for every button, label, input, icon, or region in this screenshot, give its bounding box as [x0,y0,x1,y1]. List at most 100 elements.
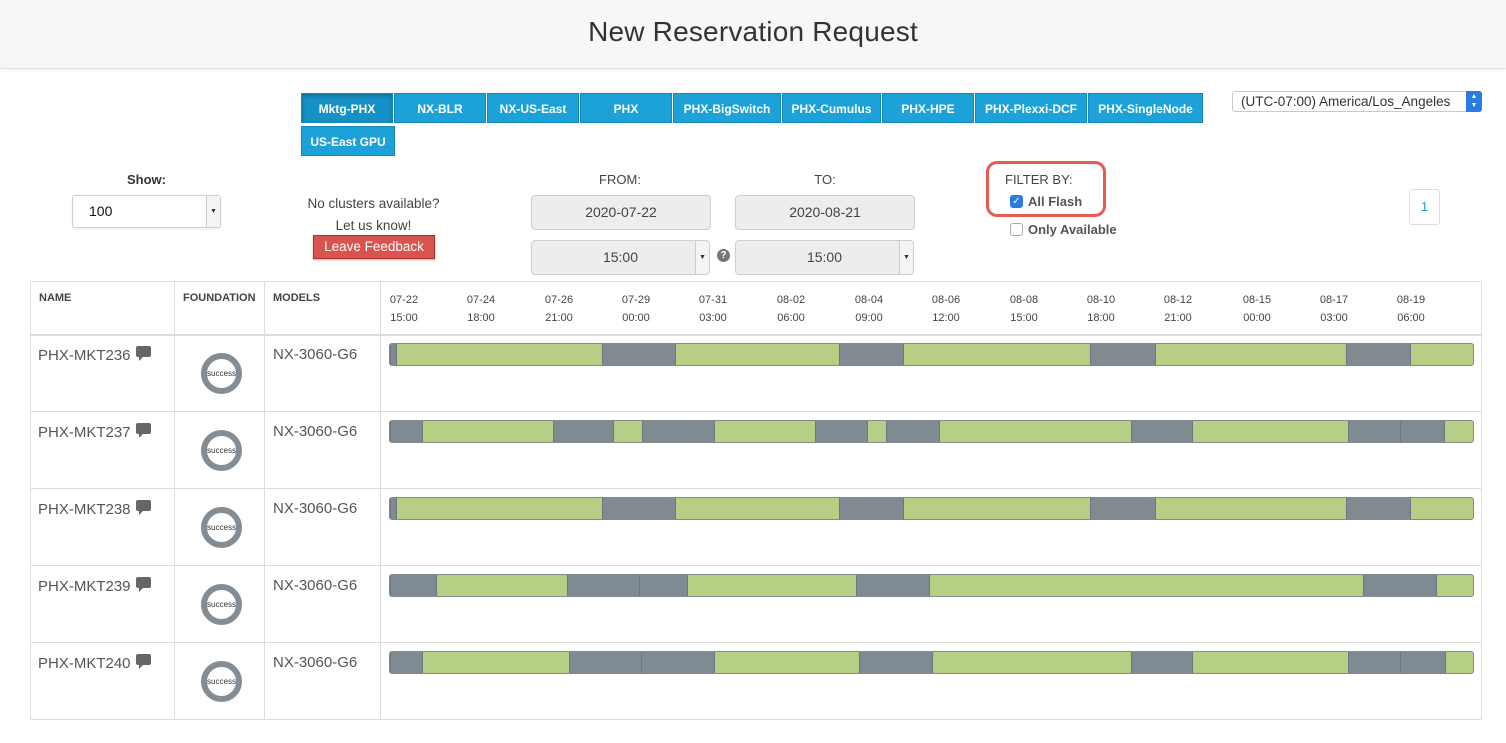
tick-time: 03:00 [699,312,727,324]
reserved-segment[interactable] [1348,652,1401,673]
cluster-name-text: PHX-MKT238 [38,501,131,518]
only-available-checkbox[interactable] [1010,223,1023,236]
tick-date: 07-22 [389,294,419,306]
column-header-name: NAME [39,292,72,304]
reservation-timeline-bar[interactable] [389,651,1474,674]
reserved-segment[interactable] [390,421,423,442]
show-count-select[interactable]: 100 ▼ [72,195,221,228]
timeline-tick: 08-17 03:00 [1314,291,1354,327]
from-date-input[interactable]: 2020-07-22 [531,195,711,230]
tick-date: 08-04 [854,294,884,306]
reserved-segment[interactable] [1090,498,1156,519]
reservation-timeline-bar[interactable] [389,497,1474,520]
tab-nx-blr[interactable]: NX-BLR [394,93,486,123]
tab-phx-singlenode[interactable]: PHX-SingleNode [1088,93,1203,123]
timezone-select[interactable]: (UTC-07:00) America/Los_Angeles ▲ ▼ [1232,91,1482,112]
cluster-model: NX-3060-G6 [273,423,358,440]
cluster-model: NX-3060-G6 [273,500,358,517]
reserved-segment[interactable] [602,344,676,365]
reserved-segment[interactable] [642,421,715,442]
tab-phx-plexxi-dcf[interactable]: PHX-Plexxi-DCF [975,93,1087,123]
cluster-name[interactable]: PHX-MKT239 [38,577,151,595]
reserved-segment[interactable] [1090,344,1156,365]
tick-time: 12:00 [932,312,960,324]
page-title: New Reservation Request [588,16,918,47]
comment-icon[interactable] [135,346,151,361]
reserved-segment[interactable] [553,421,614,442]
reserved-segment[interactable] [1346,344,1411,365]
all-flash-checkbox[interactable]: ✓ [1010,195,1023,208]
reserved-segment[interactable] [390,498,397,519]
timezone-value: (UTC-07:00) America/Los_Angeles [1241,94,1451,109]
tab-phx[interactable]: PHX [580,93,672,123]
pagination-page[interactable]: 1 [1409,189,1440,225]
no-clusters-line: No clusters available? [307,196,440,211]
reserved-segment[interactable] [1400,652,1446,673]
help-icon[interactable]: ? [717,249,730,262]
timeline-tick: 08-04 09:00 [849,291,889,327]
reserved-segment[interactable] [886,421,940,442]
reserved-segment[interactable] [602,498,676,519]
show-count-value: 100 [89,203,113,219]
comment-icon[interactable] [135,500,151,515]
reserved-segment[interactable] [390,575,437,596]
foundation-status-badge: success [201,584,242,625]
leave-feedback-button[interactable]: Leave Feedback [313,235,435,259]
reserved-segment[interactable] [567,575,640,596]
reserved-segment[interactable] [815,421,868,442]
tick-date: 07-26 [544,294,574,306]
reserved-segment[interactable] [1346,498,1411,519]
tab-phx-hpe[interactable]: PHX-HPE [882,93,974,123]
tab-us-east-gpu[interactable]: US-East GPU [301,126,395,156]
reservation-timeline-bar[interactable] [389,574,1474,597]
reserved-segment[interactable] [1131,421,1193,442]
reservation-timeline-bar[interactable] [389,420,1474,443]
cluster-name[interactable]: PHX-MKT238 [38,500,151,518]
reserved-segment[interactable] [390,652,423,673]
header-divider [31,334,1481,336]
cluster-name[interactable]: PHX-MKT237 [38,423,151,441]
reserved-segment[interactable] [856,575,930,596]
column-divider [380,282,381,719]
let-us-know-line: Let us know! [335,218,412,233]
tab-mktg-phx[interactable]: Mktg-PHX [301,93,393,123]
reserved-segment[interactable] [569,652,642,673]
reserved-segment[interactable] [839,498,904,519]
reserved-segment[interactable] [1363,575,1437,596]
cluster-name-text: PHX-MKT236 [38,347,131,364]
reserved-segment[interactable] [1400,421,1445,442]
dropdown-caret-icon[interactable]: ▼ [695,241,709,274]
tab-phx-cumulus[interactable]: PHX-Cumulus [782,93,881,123]
tick-time: 21:00 [545,312,573,324]
cluster-name[interactable]: PHX-MKT236 [38,346,151,364]
dropdown-caret-icon[interactable]: ▼ [899,241,913,274]
tick-date: 08-19 [1396,294,1426,306]
row-divider [31,642,1481,643]
to-time-select[interactable]: 15:00 ▼ [735,240,914,275]
tick-time: 06:00 [1397,312,1425,324]
reserved-segment[interactable] [639,575,688,596]
comment-icon[interactable] [135,423,151,438]
reservation-timeline-bar[interactable] [389,343,1474,366]
tick-time: 18:00 [1087,312,1115,324]
reserved-segment[interactable] [839,344,904,365]
from-time-value: 15:00 [602,249,639,265]
reserved-segment[interactable] [641,652,715,673]
dropdown-caret-icon[interactable]: ▼ [206,196,220,227]
from-time-select[interactable]: 15:00 ▼ [531,240,710,275]
reserved-segment[interactable] [859,652,933,673]
timeline-tick: 08-06 12:00 [926,291,966,327]
column-header-models: MODELS [273,292,321,304]
tab-nx-us-east[interactable]: NX-US-East [487,93,579,123]
to-date-input[interactable]: 2020-08-21 [735,195,915,230]
reserved-segment[interactable] [1131,652,1193,673]
cluster-name-text: PHX-MKT239 [38,578,131,595]
cluster-name-text: PHX-MKT240 [38,655,131,672]
timeline-tick: 07-31 03:00 [693,291,733,327]
comment-icon[interactable] [135,654,151,669]
reserved-segment[interactable] [390,344,397,365]
cluster-name[interactable]: PHX-MKT240 [38,654,151,672]
tab-phx-bigswitch[interactable]: PHX-BigSwitch [673,93,781,123]
reserved-segment[interactable] [1348,421,1401,442]
comment-icon[interactable] [135,577,151,592]
